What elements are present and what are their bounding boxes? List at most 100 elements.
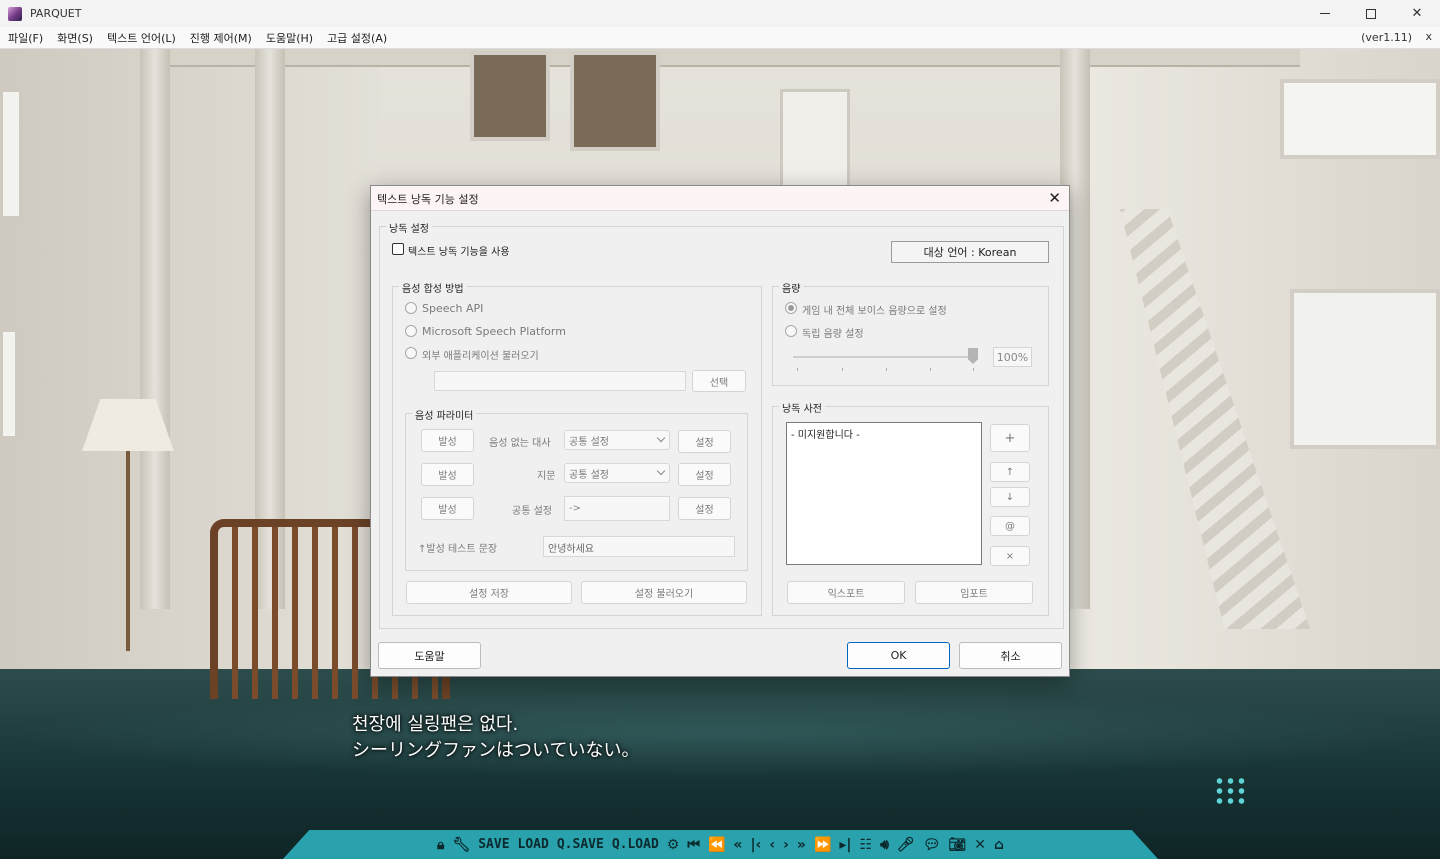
menu-advanced-settings[interactable]: 고급 설정(A) [327,30,387,46]
at-button[interactable]: @ [990,516,1030,536]
dialogue-line-japanese: シーリングファンはついていない。 [352,740,640,761]
save-settings-button[interactable]: 설정 저장 [406,581,572,604]
dictionary-label: 낭독 사전 [779,400,825,415]
back-icon[interactable]: ‹ [769,837,775,853]
menu-dots-icon[interactable] [1214,776,1248,806]
help-button[interactable]: 도움말 [378,642,481,669]
chevron-down-icon [656,433,666,443]
load-button[interactable]: LOAD [518,837,549,852]
camera-icon[interactable]: 📷︎ [948,837,966,853]
independent-volume-label: 독립 음량 설정 [802,329,864,340]
building-window [1290,289,1440,449]
radio-ms-speech-platform[interactable] [405,325,417,337]
param-value-narration: 공통 설정 [569,469,609,481]
dialog-close-button[interactable]: ✕ [1048,189,1061,207]
menu-bar: 파일(F) 화면(S) 텍스트 언어(L) 진행 제어(M) 도움말(H) 고급… [0,27,1440,49]
test-sentence-field[interactable]: 안녕하세요 [543,536,735,557]
minimize-button[interactable] [1302,0,1348,27]
game-toolbar: 🔒︎ 🔧︎ SAVE LOAD Q.SAVE Q.LOAD ⚙ ⏮ ⏪ « |‹… [283,830,1158,859]
external-app-label: 외부 애플리케이션 불러오기 [422,351,539,362]
enable-tts-label[interactable]: 텍스트 낭독 기능을 사용 [408,243,510,258]
menu-progress-control[interactable]: 진행 제어(M) [190,30,252,46]
building-window [470,51,550,141]
floor-lamp-stand [126,451,130,651]
export-button[interactable]: 익스포트 [787,581,905,604]
dialogue-text: 천장에 실링팬은 없다. シーリングファンはついていない。 [352,712,639,764]
speech-bubble-icon[interactable]: 💬︎ [923,837,941,853]
version-label: (ver1.11) [1361,31,1412,44]
dialogue-line-korean: 천장에 실링팬은 없다. [352,714,519,735]
radio-speech-api[interactable] [405,302,417,314]
target-language-display: 대상 언어 : Korean [891,241,1049,263]
test-sentence-label: ↑발성 테스트 문장 [418,544,498,555]
move-down-button[interactable]: ↓ [990,487,1030,507]
volume-percent-field[interactable]: 100% [993,347,1032,367]
radio-external-app[interactable] [405,347,417,359]
home-icon[interactable]: ⌂ [994,837,1004,853]
radio-game-volume[interactable] [785,302,797,314]
save-button[interactable]: SAVE [478,837,509,852]
speaker-icon[interactable]: 🔊︎ [880,837,889,853]
building-window [0,329,18,439]
speak-button-no-voice[interactable]: 발성 [421,429,474,452]
menu-help[interactable]: 도움말(H) [266,30,313,46]
slider-tick [930,368,931,371]
forward-icon[interactable]: › [783,837,789,853]
slider-tick [842,368,843,371]
tts-settings-dialog: 텍스트 낭독 기능 설정 ✕ 낭독 설정 텍스트 낭독 기능을 사용 대상 언어… [370,185,1070,677]
dialog-title: 텍스트 낭독 기능 설정 [377,193,479,206]
back-to-start-icon[interactable]: |‹ [750,837,761,853]
lock-icon[interactable]: 🔒︎ [437,837,444,853]
wrench-icon[interactable]: 🔧︎ [452,837,470,853]
microphone-icon[interactable]: 🎤︎ [897,837,915,853]
set-button-common[interactable]: 설정 [678,497,731,520]
maximize-icon [1366,8,1376,19]
add-entry-button[interactable]: + [990,424,1030,452]
param-label-narration: 지문 [537,471,556,482]
app-title: PARQUET [30,7,82,20]
load-settings-button[interactable]: 설정 불러오기 [581,581,747,604]
maximize-button[interactable] [1348,0,1394,27]
radio-independent-volume[interactable] [785,325,797,337]
speak-button-narration[interactable]: 발성 [421,463,474,486]
app-icon [8,6,22,21]
param-label-no-voice: 음성 없는 대사 [489,438,551,449]
import-button[interactable]: 임포트 [915,581,1033,604]
double-back-icon[interactable]: « [733,837,742,853]
enable-tts-checkbox[interactable] [392,243,404,255]
menu-screen[interactable]: 화면(S) [57,30,93,46]
remove-entry-button[interactable]: × [990,546,1030,566]
ceiling-beam [140,49,1300,67]
select-app-button[interactable]: 선택 [692,370,746,392]
cancel-button[interactable]: 취소 [959,642,1062,669]
external-app-path-field[interactable] [434,371,686,391]
move-up-button[interactable]: ↑ [990,462,1030,482]
param-select-narration[interactable]: 공통 설정 [564,463,670,483]
param-select-no-voice[interactable]: 공통 설정 [564,430,670,450]
rewind-start-icon[interactable]: ⏮ [687,837,700,853]
quick-load-button[interactable]: Q.LOAD [612,837,659,852]
speak-button-common[interactable]: 발성 [421,497,474,520]
menu-file[interactable]: 파일(F) [8,30,43,46]
set-button-no-voice[interactable]: 설정 [678,430,731,453]
floor-glow [0,689,1440,779]
ok-button[interactable]: OK [847,642,950,669]
auto-icon[interactable]: ▸| [839,837,851,853]
menu-close-button[interactable]: x [1425,30,1432,43]
double-forward-icon[interactable]: » [797,837,806,853]
gear-icon[interactable]: ⚙ [667,837,680,853]
volume-slider-track[interactable] [793,356,973,358]
quick-save-button[interactable]: Q.SAVE [557,837,604,852]
skip-icon[interactable]: ⏩ [814,837,831,853]
set-button-narration[interactable]: 설정 [678,463,731,486]
dictionary-list[interactable]: - 미지원합니다 - [786,422,982,565]
close-window-button[interactable]: ✕ [1394,0,1440,27]
common-settings-field[interactable]: -> [564,496,670,521]
close-icon[interactable]: ✕ [974,837,986,853]
synthesis-method-label: 음성 합성 방법 [399,280,467,295]
menu-text-language[interactable]: 텍스트 언어(L) [107,30,176,46]
read-settings-label: 낭독 설정 [386,220,432,235]
building-window [1280,79,1440,159]
fast-rewind-icon[interactable]: ⏪ [708,837,725,853]
flowchart-icon[interactable]: ☷ [860,837,873,853]
